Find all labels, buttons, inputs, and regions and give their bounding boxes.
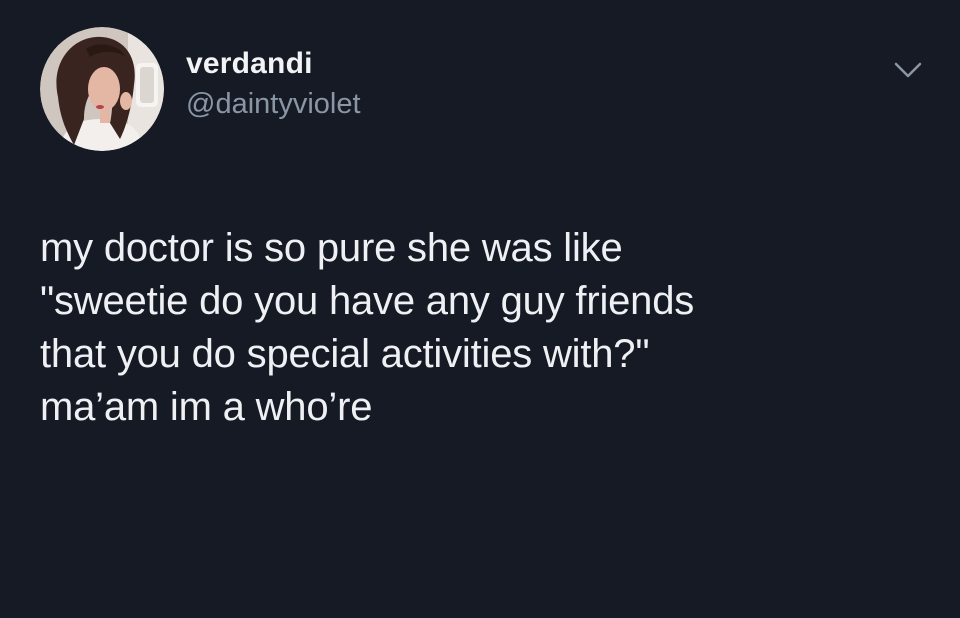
chevron-down-icon — [894, 62, 922, 78]
avatar[interactable] — [40, 27, 164, 151]
profile-photo-icon — [40, 27, 164, 151]
tweet-text-line: ma’am im a who’re — [40, 385, 373, 429]
tweet-menu-button[interactable] — [888, 54, 928, 86]
tweet-text-line: "sweetie do you have any guy friends — [40, 279, 695, 323]
tweet-text-line: that you do special activities with?" — [40, 332, 650, 376]
user-handle[interactable]: @daintyviolet — [186, 86, 361, 122]
tweet-text-line: my doctor is so pure she was like — [40, 226, 623, 270]
tweet-text: my doctor is so pure she was like "sweet… — [40, 222, 920, 434]
display-name[interactable]: verdandi — [186, 46, 361, 82]
tweet-card: verdandi @daintyviolet my doctor is so p… — [0, 0, 960, 618]
author-info[interactable]: verdandi @daintyviolet — [186, 46, 361, 122]
